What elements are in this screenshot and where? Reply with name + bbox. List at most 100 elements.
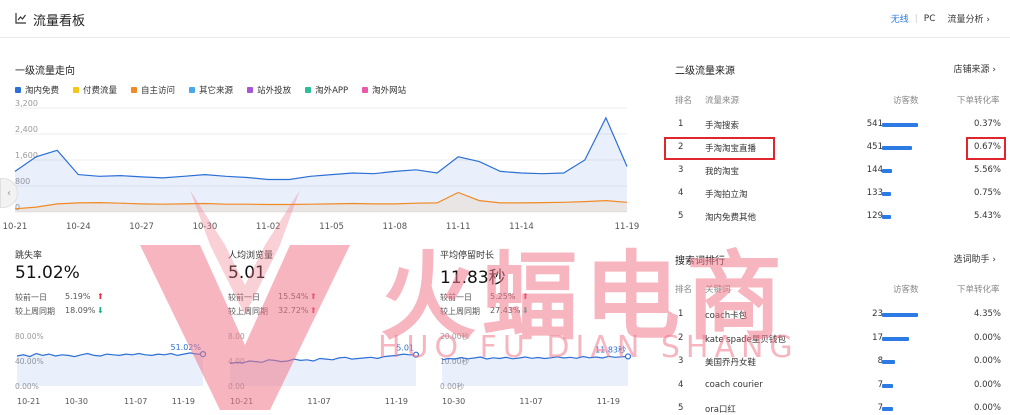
series-area: [442, 356, 628, 386]
row-visitors: 8: [877, 356, 883, 366]
legend-label: 淘外网站: [372, 86, 407, 96]
row-visitors: 129: [866, 211, 883, 221]
series-area: [15, 117, 627, 212]
table-row[interactable]: 1 coach卡包 23 4.35%: [675, 306, 1005, 324]
series-area: [17, 352, 203, 386]
row-name: 美国乔丹女鞋: [705, 358, 757, 368]
compare-value: 18.09%: [65, 306, 96, 315]
table-row[interactable]: 3 美国乔丹女鞋 8 0.00%: [675, 353, 1005, 371]
search-rank-title: 搜索词排行: [675, 256, 725, 267]
row-rate: 0.00%: [973, 379, 1001, 390]
secondary-flow-title: 二级流量来源: [675, 66, 735, 77]
legend-item[interactable]: 淘内免费: [15, 84, 59, 96]
visitor-bar: [882, 146, 912, 150]
series-line: [14, 116, 628, 181]
visitor-bar: [882, 169, 892, 173]
x-tick-label: 10-21: [230, 397, 253, 406]
legend-item[interactable]: 付费流量: [73, 84, 117, 96]
chart-legend: 淘内免费 付费流量 自主访问 其它来源 站外投放 淘外APP 淘外网站: [15, 84, 406, 96]
line-chart-icon: [15, 13, 26, 24]
metric-value: 5.01: [228, 263, 266, 283]
x-tick-label: 10-21: [3, 222, 28, 232]
row-visitors: 144: [866, 165, 883, 175]
chevron-left-icon: ‹: [7, 187, 11, 199]
legend-label: 站外投放: [257, 86, 292, 96]
visitor-bar: [882, 407, 893, 411]
compare-value: 5.25%: [490, 292, 516, 301]
legend-item[interactable]: 淘外网站: [362, 84, 406, 96]
table-row[interactable]: 5 淘内免费其他 129 5.43%: [675, 208, 1005, 226]
legend-item[interactable]: 站外投放: [247, 84, 291, 96]
tab-wireless[interactable]: 无线: [885, 12, 915, 25]
legend-label: 淘外APP: [315, 86, 349, 96]
keyword-helper-link[interactable]: 选词助手 ›: [954, 252, 997, 265]
row-rank: 5: [678, 403, 684, 413]
compare-label: 较前一日: [440, 293, 472, 302]
row-rate: 4.35%: [973, 309, 1001, 319]
metric-label: 人均浏览量: [228, 251, 274, 261]
x-tick-label: 11-07: [307, 397, 330, 406]
legend-item[interactable]: 其它来源: [189, 84, 233, 96]
row-rate: 0.00%: [973, 332, 1001, 343]
table-row[interactable]: 1 手淘搜索 541 0.37%: [675, 116, 1005, 134]
legend-swatch: [362, 87, 369, 93]
row-rank: 1: [678, 309, 684, 319]
row-rate: 0.00%: [973, 403, 1001, 413]
table-row[interactable]: 3 我的淘宝 144 5.56%: [675, 162, 1005, 180]
x-tick-label: 11-14: [509, 222, 534, 232]
arrow-down-icon: ⬇: [522, 306, 529, 315]
last-point-marker: [199, 351, 207, 358]
row-name: coach courier: [705, 379, 763, 390]
metric-card: 人均浏览量 5.01 较前一日 15.54% ⬆ 较上周同期 32.72% ⬆ 8.00 4.00…: [228, 248, 433, 408]
row-rate: 5.43%: [973, 211, 1001, 221]
row-name: 手淘搜索: [705, 121, 740, 131]
table-row[interactable]: 4 手淘拍立淘 133 0.75%: [675, 185, 1005, 203]
x-tick-label: 11-19: [615, 222, 640, 232]
col-source: 流量来源: [705, 96, 740, 106]
row-name: 淘内免费其他: [705, 213, 757, 223]
tab-pc[interactable]: PC: [918, 14, 942, 24]
visitor-bar: [882, 215, 891, 219]
row-rank: 1: [678, 119, 684, 129]
row-rate: 0.00%: [973, 356, 1001, 366]
table-row[interactable]: 5 ora口红 7 0.00%: [675, 400, 1005, 415]
y-tick-label: 20.00秒: [440, 331, 469, 341]
metric-value: 51.02%: [15, 263, 80, 283]
metric-card: 平均停留时长 11.83秒 较前一日 5.25% ⬆ 较上周同期 27.43% ⬇ 20.00秒…: [440, 248, 645, 408]
arrow-up-icon: ⬆: [97, 292, 104, 301]
table-row[interactable]: 2 kate spade星贝钱包 17 0.00%: [675, 330, 1005, 348]
table-row[interactable]: 4 coach courier 7 0.00%: [675, 377, 1005, 395]
row-name: 手淘拍立淘: [705, 190, 748, 200]
visitor-bar: [882, 336, 909, 341]
col-visitors: 访客数: [893, 285, 919, 295]
row-rank: 4: [678, 379, 684, 390]
flow-analysis-link[interactable]: 流量分析 ›: [942, 12, 997, 25]
compare-label: 较上周同期: [15, 307, 55, 316]
x-tick-label: 10-27: [129, 222, 154, 232]
metric-label: 平均停留时长: [440, 251, 495, 261]
x-tick-label: 10-30: [193, 222, 218, 232]
shop-source-link[interactable]: 店铺来源 ›: [954, 62, 997, 75]
compare-value: 15.54%: [278, 292, 309, 301]
page-title: 流量看板: [33, 14, 86, 29]
legend-item[interactable]: 自主访问: [131, 84, 175, 96]
col-rank: 排名: [675, 96, 693, 106]
compare-week: 较上周同期 27.43% ⬇: [440, 306, 540, 317]
legend-label: 自主访问: [141, 86, 176, 96]
primary-flow-title: 一级流量走向: [15, 66, 75, 77]
x-tick-label: 11-19: [172, 397, 195, 406]
row-name: coach卡包: [705, 311, 748, 321]
row-rank: 4: [678, 188, 684, 198]
row-visitors: 541: [866, 119, 883, 129]
row-visitors: 23: [872, 309, 883, 319]
legend-item[interactable]: 淘外APP: [305, 84, 348, 96]
row-visitors: 133: [866, 188, 883, 198]
compare-value: 27.43%: [490, 306, 521, 315]
col-visitors: 访客数: [893, 96, 919, 106]
row-rate: 5.56%: [973, 165, 1001, 175]
compare-value: 32.72%: [278, 306, 309, 315]
x-tick-label: 11-19: [385, 397, 408, 406]
y-tick-label: 80.00%: [15, 332, 44, 341]
mini-line-chart: 80.00%40.00%0.00%51.02%10-2110-3011-0711…: [15, 332, 207, 406]
row-rate: 0.37%: [973, 119, 1001, 129]
